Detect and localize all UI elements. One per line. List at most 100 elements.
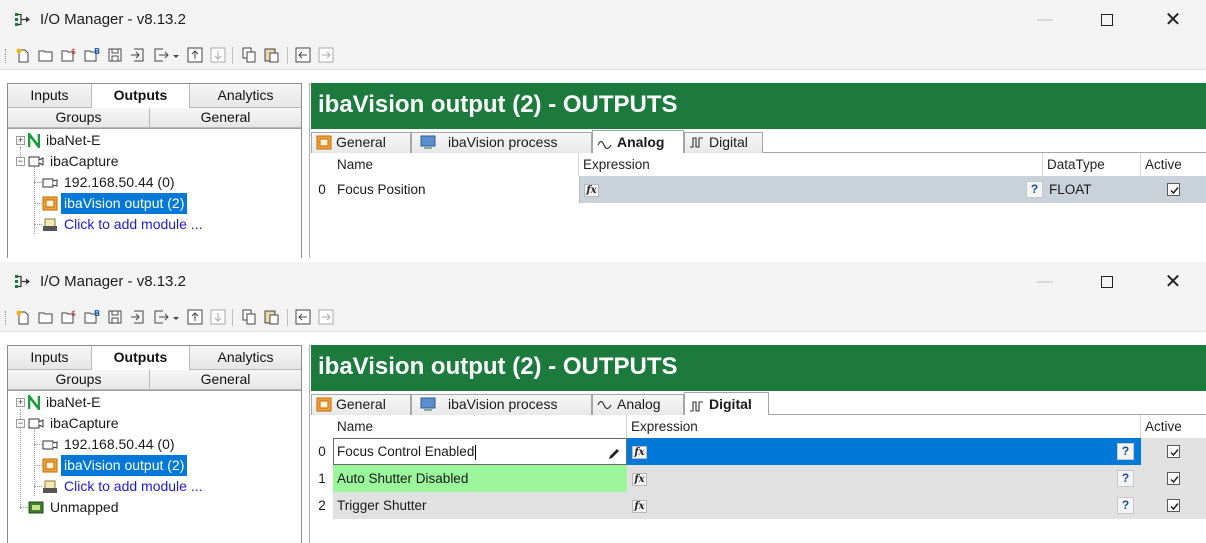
active-checkbox[interactable] bbox=[1167, 183, 1180, 196]
close-icon[interactable]: ✕ bbox=[1150, 0, 1196, 40]
signal-name-cell[interactable]: Auto Shutter Disabled bbox=[333, 465, 627, 492]
expand-ibanet-icon[interactable]: + bbox=[16, 136, 25, 145]
paste-icon[interactable] bbox=[263, 46, 281, 64]
column-header-name[interactable]: Name bbox=[333, 415, 627, 438]
active-checkbox[interactable] bbox=[1167, 499, 1180, 512]
column-header-datatype[interactable]: DataType bbox=[1043, 153, 1141, 176]
tab-general[interactable]: General bbox=[150, 370, 301, 390]
paste-icon[interactable] bbox=[263, 308, 281, 326]
move-down-icon[interactable] bbox=[209, 46, 227, 64]
collapse-ibacapture-icon[interactable]: − bbox=[16, 157, 25, 166]
expression-cell[interactable]: fx ? bbox=[579, 176, 1043, 203]
active-checkbox[interactable] bbox=[1167, 472, 1180, 485]
minimize-icon[interactable]: — bbox=[1022, 0, 1068, 40]
tree-item-ibacapture[interactable]: ibaCapture bbox=[28, 413, 122, 434]
tree-item-ibavision-output[interactable]: ibaVision output (2) bbox=[42, 193, 188, 214]
collapse-icon[interactable] bbox=[294, 308, 312, 326]
move-up-icon[interactable] bbox=[186, 308, 204, 326]
collapse-icon[interactable] bbox=[294, 46, 312, 64]
expression-cell[interactable]: fx ? bbox=[627, 465, 1141, 492]
fx-icon[interactable]: fx bbox=[632, 499, 647, 513]
tree-item-camera[interactable]: 192.168.50.44 (0) bbox=[42, 172, 178, 193]
expression-help-icon[interactable]: ? bbox=[1117, 497, 1134, 514]
expand-icon[interactable] bbox=[317, 46, 335, 64]
fx-icon[interactable]: fx bbox=[632, 472, 647, 486]
signal-name-cell[interactable]: Focus Position bbox=[333, 176, 579, 203]
tree-item-add-module[interactable]: Click to add module ... bbox=[42, 476, 206, 497]
tab-analytics[interactable]: Analytics bbox=[190, 346, 301, 370]
datatype-cell[interactable]: FLOAT bbox=[1043, 176, 1141, 203]
open-icon[interactable] bbox=[37, 308, 55, 326]
tab-ibavision-process[interactable]: ibaVision process bbox=[411, 394, 592, 415]
tab-analytics[interactable]: Analytics bbox=[190, 84, 301, 108]
new-icon[interactable] bbox=[14, 308, 32, 326]
maximize-icon[interactable] bbox=[1084, 0, 1130, 40]
import-icon[interactable] bbox=[129, 308, 147, 326]
tab-digital[interactable]: Digital bbox=[684, 392, 769, 416]
table-row[interactable]: 2 Trigger Shutter fx ? bbox=[311, 492, 1206, 519]
maximize-icon[interactable] bbox=[1084, 262, 1130, 302]
tree-item-ibanet-e[interactable]: ibaNet-E bbox=[27, 130, 103, 151]
expand-ibanet-icon[interactable]: + bbox=[16, 398, 25, 407]
tree-item-ibacapture[interactable]: ibaCapture bbox=[28, 151, 122, 172]
fx-icon[interactable]: fx bbox=[584, 183, 599, 197]
export-icon[interactable] bbox=[152, 46, 170, 64]
move-down-icon[interactable] bbox=[209, 308, 227, 326]
tab-outputs[interactable]: Outputs bbox=[92, 346, 190, 370]
tab-general[interactable]: General bbox=[150, 108, 301, 128]
export-dropdown-icon[interactable] bbox=[172, 46, 180, 64]
open-icon[interactable] bbox=[37, 46, 55, 64]
export-dropdown-icon[interactable] bbox=[172, 308, 180, 326]
tab-outputs[interactable]: Outputs bbox=[92, 84, 190, 108]
table-row[interactable]: 1 Auto Shutter Disabled fx ? bbox=[311, 465, 1206, 492]
save-icon[interactable] bbox=[106, 46, 124, 64]
tab-analog[interactable]: Analog bbox=[592, 394, 684, 415]
edit-pencil-icon[interactable] bbox=[607, 444, 621, 464]
expression-cell[interactable]: fx ? bbox=[627, 492, 1141, 519]
copy-icon[interactable] bbox=[240, 308, 258, 326]
expression-cell[interactable]: fx ? bbox=[627, 438, 1141, 465]
import-icon[interactable] bbox=[129, 46, 147, 64]
open-bus-icon[interactable]: B bbox=[83, 46, 101, 64]
expression-help-icon[interactable]: ? bbox=[1117, 443, 1134, 460]
column-header-active[interactable]: Active bbox=[1141, 415, 1206, 438]
tab-inputs[interactable]: Inputs bbox=[8, 84, 92, 108]
new-icon[interactable] bbox=[14, 46, 32, 64]
table-row[interactable]: 0 Focus Control Enabled fx ? bbox=[311, 438, 1206, 465]
close-icon[interactable]: ✕ bbox=[1150, 262, 1196, 302]
tab-groups[interactable]: Groups bbox=[8, 370, 150, 390]
copy-icon[interactable] bbox=[240, 46, 258, 64]
tab-digital[interactable]: Digital bbox=[684, 132, 763, 153]
move-up-icon[interactable] bbox=[186, 46, 204, 64]
column-header-active[interactable]: Active bbox=[1141, 153, 1206, 176]
tab-analog[interactable]: Analog bbox=[592, 130, 684, 154]
tab-general-module[interactable]: General bbox=[311, 394, 411, 415]
tree-item-add-module[interactable]: Click to add module ... bbox=[42, 214, 206, 235]
expression-help-icon[interactable]: ? bbox=[1117, 470, 1134, 487]
fx-icon[interactable]: fx bbox=[632, 445, 647, 459]
collapse-ibacapture-icon[interactable]: − bbox=[16, 419, 25, 428]
signal-name-edit[interactable]: Focus Control Enabled bbox=[333, 438, 627, 465]
column-header-expression[interactable]: Expression bbox=[627, 415, 1141, 438]
signal-name-cell[interactable]: Trigger Shutter bbox=[333, 492, 627, 519]
tree-item-ibavision-output[interactable]: ibaVision output (2) bbox=[42, 455, 188, 476]
minimize-icon[interactable]: — bbox=[1022, 262, 1068, 302]
open-special-icon[interactable]: $ bbox=[60, 46, 78, 64]
tree-item-unmapped[interactable]: Unmapped bbox=[28, 497, 122, 518]
tree-item-ibanet-e[interactable]: ibaNet-E bbox=[27, 392, 103, 413]
active-checkbox[interactable] bbox=[1167, 445, 1180, 458]
save-icon[interactable] bbox=[106, 308, 124, 326]
expand-icon[interactable] bbox=[317, 308, 335, 326]
column-header-expression[interactable]: Expression bbox=[579, 153, 1043, 176]
expression-help-icon[interactable]: ? bbox=[1026, 181, 1043, 198]
tab-ibavision-process[interactable]: ibaVision process bbox=[411, 132, 592, 153]
column-header-name[interactable]: Name bbox=[333, 153, 579, 176]
open-bus-icon[interactable]: B bbox=[83, 308, 101, 326]
tree-item-camera[interactable]: 192.168.50.44 (0) bbox=[42, 434, 178, 455]
tab-inputs[interactable]: Inputs bbox=[8, 346, 92, 370]
table-row[interactable]: 0 Focus Position fx ? FLOAT bbox=[311, 176, 1206, 203]
tab-general-module[interactable]: General bbox=[311, 132, 411, 153]
open-special-icon[interactable]: $ bbox=[60, 308, 78, 326]
tab-groups[interactable]: Groups bbox=[8, 108, 150, 128]
export-icon[interactable] bbox=[152, 308, 170, 326]
